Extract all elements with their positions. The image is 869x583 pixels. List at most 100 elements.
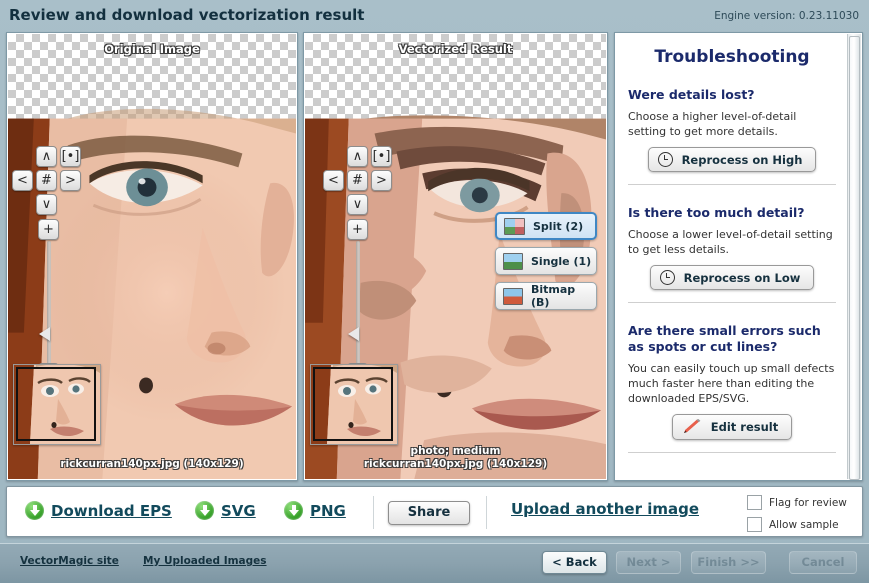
allow-sample-label: Allow sample	[769, 519, 839, 531]
download-eps-link[interactable]: Download EPS	[25, 501, 172, 520]
zoom-in-button[interactable]: +	[38, 219, 59, 240]
reprocess-on-low-button[interactable]: Reprocess on Low	[650, 265, 815, 290]
vectorized-caption-line2: rickcurran140px.jpg (140x129)	[305, 458, 606, 471]
original-thumbnail-navigator[interactable]	[13, 364, 101, 445]
view-mode-split-button[interactable]: Split (2)	[495, 212, 597, 240]
pan-right-button[interactable]: >	[60, 170, 81, 191]
thumbnail-viewport-rect[interactable]	[16, 367, 96, 441]
engine-version-label: Engine version: 0.23.11030	[714, 10, 859, 22]
single-view-icon	[503, 253, 523, 270]
upload-another-image-link[interactable]: Upload another image	[511, 500, 699, 518]
troubleshooting-body-3: You can easily touch up small defects mu…	[628, 361, 836, 406]
original-zoom-slider[interactable]: + -	[38, 219, 62, 384]
divider-2	[628, 302, 836, 303]
pan-up-button[interactable]: ∧	[36, 146, 57, 167]
vectorized-zoom-slider[interactable]: + -	[347, 219, 371, 384]
action-divider-1	[373, 496, 374, 529]
troubleshooting-scrollbar[interactable]	[847, 34, 861, 479]
thumbnail-viewport-rect-2[interactable]	[313, 367, 393, 441]
back-button[interactable]: < Back	[542, 551, 607, 574]
page-header: Review and download vectorization result…	[0, 0, 869, 32]
pencil-icon	[682, 419, 702, 435]
troubleshooting-body-1: Choose a higher level-of-detail setting …	[628, 109, 836, 139]
view-mode-bitmap-label: Bitmap (B)	[531, 283, 596, 309]
troubleshooting-heading-1: Were details lost?	[628, 87, 836, 103]
pan-up-button-2[interactable]: ∧	[347, 146, 368, 167]
edit-result-button[interactable]: Edit result	[672, 414, 792, 440]
zoom-slider-track-2[interactable]	[356, 241, 360, 366]
download-arrow-icon-2	[195, 501, 214, 520]
original-image-canvas[interactable]: Original Image ∧ [•] < # > ∨ + -	[8, 34, 296, 479]
cancel-button: Cancel	[789, 551, 857, 574]
view-mode-group: Split (2) Single (1) Bitmap (B)	[495, 212, 597, 317]
pan-center-button-2[interactable]: #	[347, 170, 368, 191]
my-uploaded-images-link[interactable]: My Uploaded Images	[143, 555, 267, 567]
vectorized-panel-title: Vectorized Result	[305, 42, 606, 56]
download-svg-label: SVG	[221, 502, 256, 520]
vectorized-panel-caption: photo; medium rickcurran140px.jpg (140x1…	[305, 445, 606, 471]
troubleshooting-body-2: Choose a lower level-of-detail setting t…	[628, 227, 836, 257]
fit-to-view-button-2[interactable]: [•]	[371, 146, 392, 167]
reprocess-low-row: Reprocess on Low	[628, 265, 836, 290]
next-button: Next >	[616, 551, 681, 574]
troubleshooting-heading-3: Are there small errors such as spots or …	[628, 323, 836, 355]
original-panel-title: Original Image	[8, 42, 296, 56]
allow-sample-checkbox-row[interactable]: Allow sample	[747, 517, 839, 532]
zoom-slider-handle[interactable]	[39, 327, 50, 341]
download-arrow-icon-3	[284, 501, 303, 520]
vectorized-image-canvas[interactable]: Vectorized Result ∧ [•] < # > ∨ + - S	[305, 34, 606, 479]
footer-bar: VectorMagic site My Uploaded Images < Ba…	[0, 543, 869, 583]
zoom-in-button-2[interactable]: +	[347, 219, 368, 240]
finish-button: Finish >>	[691, 551, 766, 574]
download-png-link[interactable]: PNG	[284, 501, 346, 520]
original-image-panel: Original Image ∧ [•] < # > ∨ + -	[6, 32, 298, 481]
troubleshooting-title: Troubleshooting	[628, 47, 836, 67]
reprocess-on-high-button[interactable]: Reprocess on High	[648, 147, 817, 172]
view-mode-split-label: Split (2)	[533, 220, 583, 233]
pan-left-button[interactable]: <	[12, 170, 33, 191]
download-arrow-icon	[25, 501, 44, 520]
bitmap-view-icon	[503, 288, 523, 305]
troubleshooting-panel: Troubleshooting Were details lost? Choos…	[614, 32, 863, 481]
flag-for-review-checkbox[interactable]	[747, 495, 762, 510]
troubleshooting-heading-2: Is there too much detail?	[628, 205, 836, 221]
split-view-icon	[504, 218, 525, 235]
vectorized-pan-controls: ∧ [•] < # > ∨	[335, 146, 405, 216]
pan-right-button-2[interactable]: >	[371, 170, 392, 191]
reprocess-high-label: Reprocess on High	[682, 153, 803, 167]
divider-1	[628, 184, 836, 185]
reprocess-low-label: Reprocess on Low	[684, 271, 801, 285]
zoom-slider-handle-2[interactable]	[348, 327, 359, 341]
page-title: Review and download vectorization result	[9, 6, 364, 24]
original-panel-caption: rickcurran140px.jpg (140x129)	[8, 458, 296, 471]
action-divider-2	[486, 496, 487, 529]
flag-for-review-checkbox-row[interactable]: Flag for review	[747, 495, 847, 510]
edit-result-row: Edit result	[628, 414, 836, 440]
share-button[interactable]: Share	[388, 501, 470, 525]
scrollbar-thumb[interactable]	[849, 36, 860, 480]
zoom-slider-track[interactable]	[47, 241, 51, 366]
flag-for-review-label: Flag for review	[769, 497, 847, 509]
pan-center-button[interactable]: #	[36, 170, 57, 191]
vectorized-result-panel: Vectorized Result ∧ [•] < # > ∨ + - S	[303, 32, 608, 481]
action-bar: Download EPS SVG PNG Share Upload anothe…	[6, 486, 863, 537]
vectorized-thumbnail-navigator[interactable]	[310, 364, 398, 445]
vectormagic-site-link[interactable]: VectorMagic site	[20, 555, 119, 567]
pan-down-button-2[interactable]: ∨	[347, 194, 368, 215]
view-mode-single-button[interactable]: Single (1)	[495, 247, 597, 275]
original-pan-controls: ∧ [•] < # > ∨	[36, 146, 106, 216]
pan-left-button-2[interactable]: <	[323, 170, 344, 191]
download-svg-link[interactable]: SVG	[195, 501, 256, 520]
download-eps-label: Download EPS	[51, 502, 172, 520]
app-window: Review and download vectorization result…	[0, 0, 869, 582]
view-mode-single-label: Single (1)	[531, 255, 591, 268]
divider-3	[628, 452, 836, 453]
pan-down-button[interactable]: ∨	[36, 194, 57, 215]
fit-to-view-button[interactable]: [•]	[60, 146, 81, 167]
view-mode-bitmap-button[interactable]: Bitmap (B)	[495, 282, 597, 310]
troubleshooting-content: Troubleshooting Were details lost? Choos…	[616, 34, 848, 479]
edit-result-label: Edit result	[711, 420, 778, 434]
clock-icon-2	[660, 270, 675, 285]
clock-icon	[658, 152, 673, 167]
allow-sample-checkbox[interactable]	[747, 517, 762, 532]
